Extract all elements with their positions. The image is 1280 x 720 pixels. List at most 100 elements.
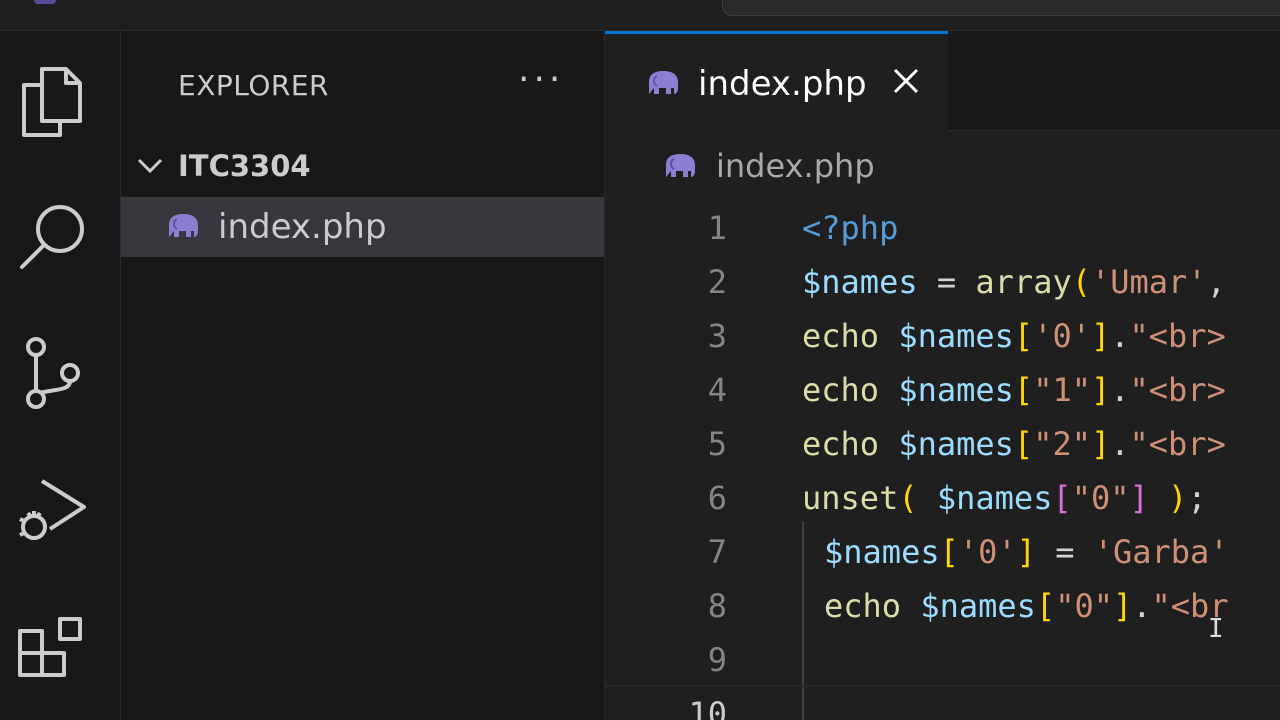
files-icon[interactable] [14,63,90,139]
code-line[interactable]: 1 <?php [605,201,1280,255]
code-token: <?php [802,209,899,247]
code-token: echo [802,317,899,355]
code-text: <?php [802,201,898,255]
text-cursor-icon: I [1208,614,1224,644]
code-token: echo [802,425,899,463]
code-token: ] [1090,425,1111,463]
code-token: [ [1052,479,1072,517]
code-text: echo $names["0"]."<br [824,579,1229,633]
code-token: $names [898,371,1014,409]
tab-label: index.php [698,64,867,104]
code-token: , [1206,263,1226,301]
source-control-icon[interactable] [14,335,90,411]
code-token: . [1132,587,1152,625]
php-elephant-icon [666,154,695,177]
code-token: $names [802,263,918,301]
code-token: echo [802,371,899,409]
code-line[interactable]: 7 $names['0'] = 'Garba' [605,525,1280,579]
code-line[interactable]: 9 [605,633,1280,687]
line-number: 7 [707,533,727,571]
code-token: ( [1071,263,1091,301]
code-token: ; [1187,479,1207,517]
code-token: [ [1035,587,1056,625]
activity-bar [0,31,121,720]
search-icon[interactable] [14,199,90,275]
code-text: echo $names["2"]."<br> [802,417,1226,471]
code-line[interactable]: 4 echo $names["1"]."<br> [605,363,1280,417]
tab-bar-border [948,130,1280,131]
code-token: = [1035,533,1094,571]
php-elephant-icon [169,214,198,237]
line-number: 6 [707,479,727,517]
run-debug-icon[interactable] [14,471,90,547]
code-token: [ [1013,425,1034,463]
tab-index-php[interactable]: index.php [605,31,948,131]
code-token: ] [1090,317,1111,355]
line-number: 1 [707,209,727,247]
more-actions-button[interactable]: ··· [518,62,564,98]
code-text: unset( $names["0"] ); [802,471,1207,525]
app-logo [34,0,56,4]
code-editor[interactable]: 1 <?php 2 $names = array('Umar', 3 echo $name… [605,195,1280,720]
code-line[interactable]: 8 echo $names["0"]."<br [605,579,1280,633]
command-center[interactable] [722,0,1280,16]
close-icon[interactable] [889,64,923,98]
code-token: [ [1013,371,1034,409]
line-number: 10 [688,695,727,720]
code-line[interactable]: 6 unset( $names["0"] ); [605,471,1280,525]
code-line[interactable]: 10 [605,687,1280,720]
code-line[interactable]: 2 $names = array('Umar', [605,255,1280,309]
code-token: $names [936,479,1053,517]
file-item-index-php[interactable]: index.php [121,197,604,257]
code-token: '0' [958,533,1017,571]
code-token: ] [1112,587,1133,625]
folder-row[interactable]: ITC3304 [121,139,604,193]
code-token: "2" [1033,425,1091,463]
code-token: [ [1013,317,1034,355]
code-token: ) [1148,479,1188,517]
line-number: 5 [707,425,727,463]
code-token: $names [920,587,1036,625]
code-token: "<br> [1129,317,1226,355]
code-text: echo $names['0']."<br> [802,309,1226,363]
explorer-sidebar: EXPLORER ··· ITC3304 index.php [121,31,605,720]
code-token: ] [1129,479,1149,517]
code-text: echo $names["1"]."<br> [802,363,1226,417]
code-line[interactable]: 3 echo $names['0']."<br> [605,309,1280,363]
code-token: . [1110,317,1130,355]
code-token: [ [939,533,959,571]
code-text: $names['0'] = 'Garba' [824,525,1229,579]
code-token: 'Garba' [1093,533,1229,571]
file-name: index.php [218,207,387,247]
breadcrumb[interactable]: index.php [605,141,1280,191]
php-elephant-icon [649,71,678,94]
line-number: 9 [707,641,727,679]
code-token: $names [898,317,1014,355]
code-token: "<br> [1129,371,1226,409]
tab-bar: index.php [605,31,1280,131]
chevron-down-icon [137,158,163,174]
line-number: 2 [707,263,727,301]
code-token: unset [802,479,899,517]
breadcrumb-file: index.php [716,147,875,185]
code-token: ( [898,479,937,517]
line-number: 8 [707,587,727,625]
title-bar [0,0,1280,31]
code-token: "1" [1033,371,1091,409]
code-token: array [975,263,1072,301]
code-token: $names [898,425,1014,463]
code-token: $names [824,533,940,571]
code-token: . [1110,371,1130,409]
code-token: 'Umar' [1090,263,1207,301]
explorer-title: EXPLORER [178,69,329,102]
code-line[interactable]: 5 echo $names["2"]."<br> [605,417,1280,471]
extensions-icon[interactable] [14,607,90,683]
editor-area: index.php index.php 1 <?php 2 $names = arra… [605,31,1280,720]
code-text: $names = array('Umar', [802,255,1226,309]
code-token: "0" [1071,479,1130,517]
code-token: . [1110,425,1130,463]
code-token: echo [824,587,921,625]
code-token: "<br> [1129,425,1226,463]
code-token: "0" [1055,587,1113,625]
line-number: 4 [707,371,727,409]
